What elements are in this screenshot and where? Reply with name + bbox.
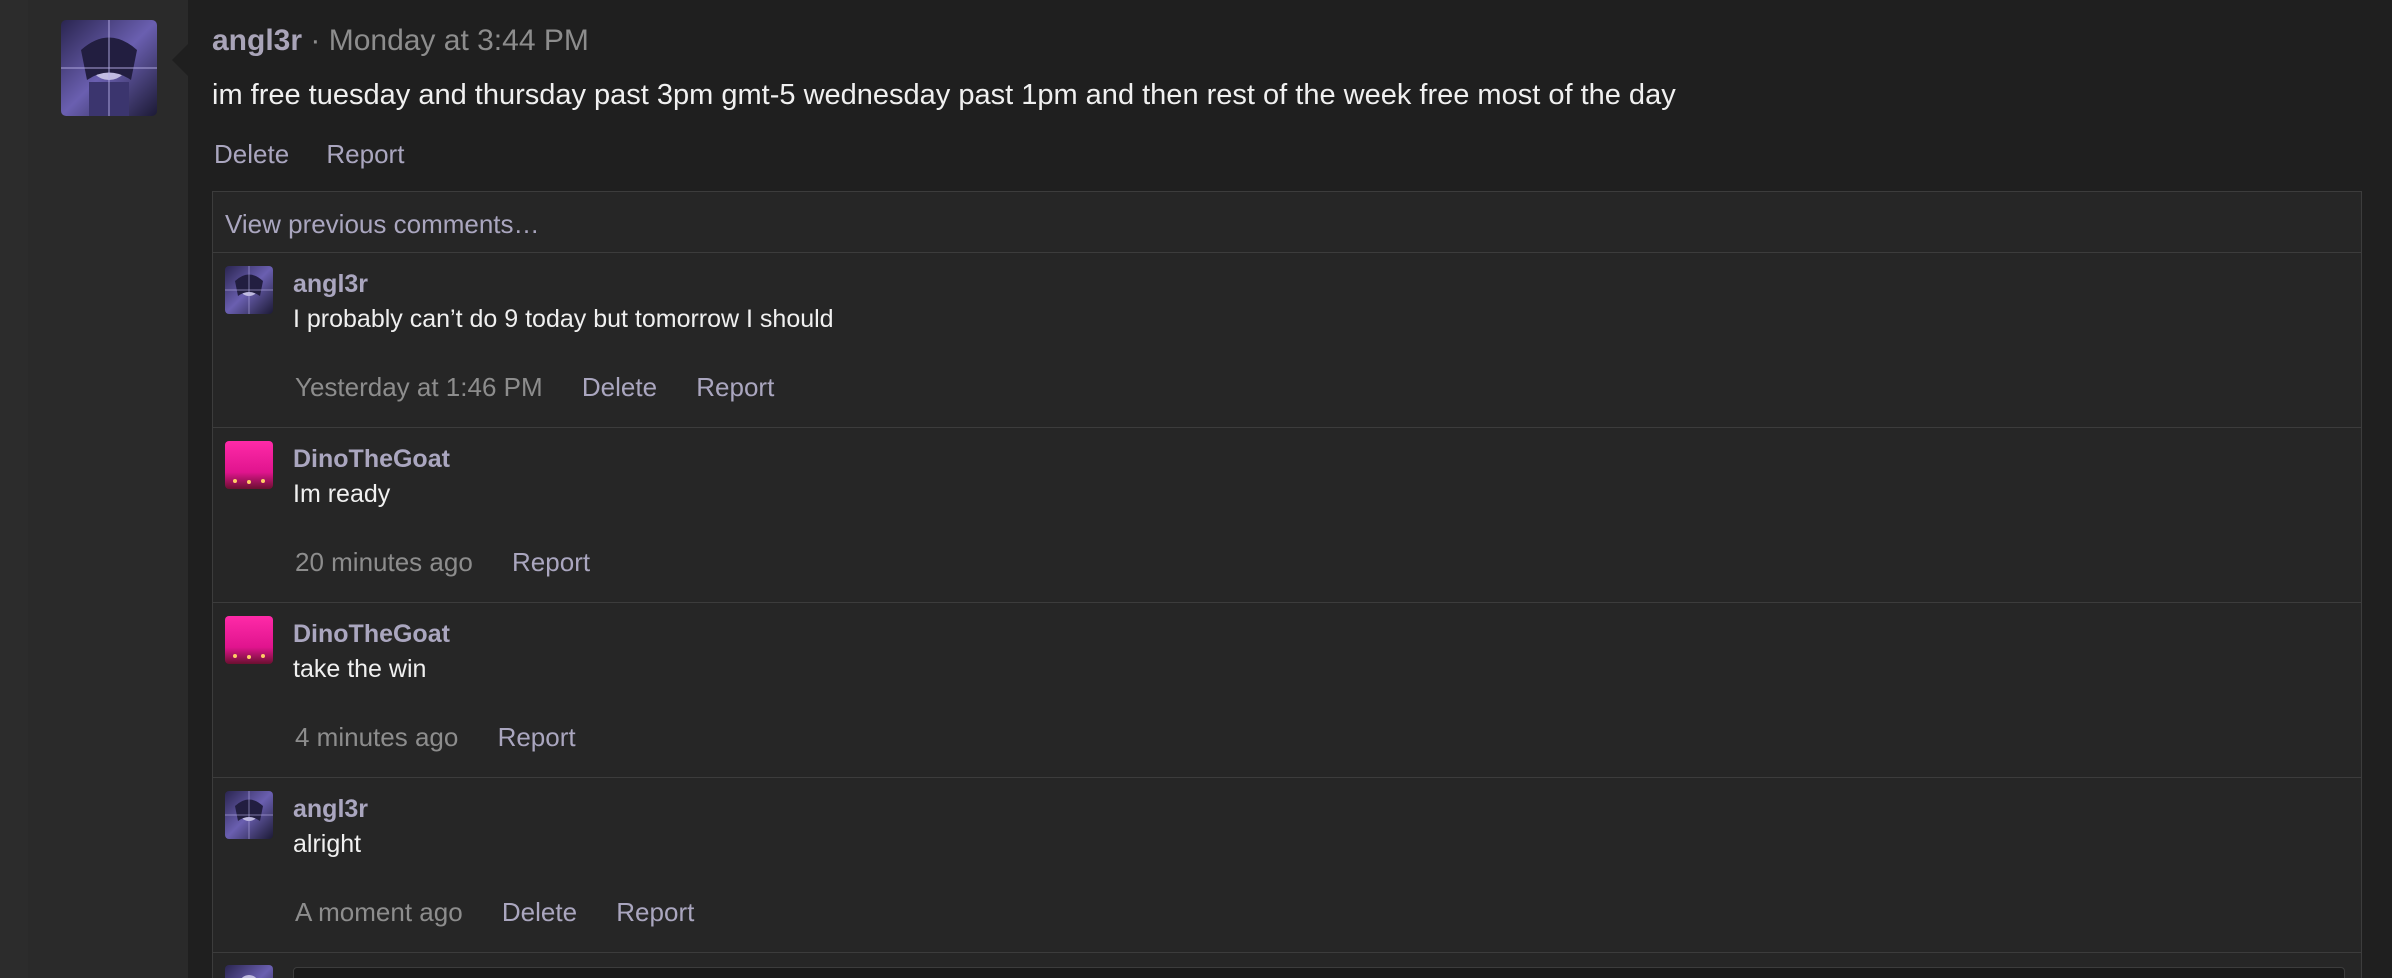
comment-item: DinoTheGoat take the win 4 minutes ago R… xyxy=(213,603,2361,778)
comment-timestamp[interactable]: 20 minutes ago xyxy=(295,547,473,577)
comment-timestamp[interactable]: 4 minutes ago xyxy=(295,722,458,752)
post-author-avatar[interactable] xyxy=(61,20,157,116)
comment-author[interactable]: angl3r xyxy=(293,795,368,824)
anime-avatar-icon xyxy=(225,791,273,839)
comment-timestamp[interactable]: Yesterday at 1:46 PM xyxy=(295,372,543,402)
comment-timestamp[interactable]: A moment ago xyxy=(295,897,463,927)
comment-avatar[interactable] xyxy=(225,266,273,314)
post-report-button[interactable]: Report xyxy=(326,139,404,169)
comment-report-button[interactable]: Report xyxy=(512,547,590,577)
comment-text: Im ready xyxy=(293,480,391,508)
comment-item: angl3r alright A moment ago Delete Repor… xyxy=(213,778,2361,953)
comment-meta: Yesterday at 1:46 PM Delete Report xyxy=(295,372,806,403)
pink-sunset-avatar-icon xyxy=(225,616,273,664)
reply-composer xyxy=(213,953,2361,978)
post-avatar-column xyxy=(28,0,188,978)
header-separator: · xyxy=(302,24,329,57)
reply-input[interactable] xyxy=(293,967,2345,978)
post-arrow-pointer xyxy=(172,44,188,76)
post-timestamp[interactable]: Monday at 3:44 PM xyxy=(329,24,589,57)
comment-author[interactable]: angl3r xyxy=(293,270,368,299)
post-author-name[interactable]: angl3r xyxy=(212,24,302,57)
post-header: angl3r · Monday at 3:44 PM xyxy=(212,24,589,58)
comment-avatar[interactable] xyxy=(225,791,273,839)
pink-sunset-avatar-icon xyxy=(225,441,273,489)
comment-item: DinoTheGoat Im ready 20 minutes ago Repo… xyxy=(213,428,2361,603)
comment-text: I probably can’t do 9 today but tomorrow… xyxy=(293,305,834,333)
post-actions: Delete Report xyxy=(214,139,434,170)
comments-thread: View previous comments… angl3r I probabl… xyxy=(212,191,2362,978)
comment-avatar[interactable] xyxy=(225,441,273,489)
post-delete-button[interactable]: Delete xyxy=(214,139,289,169)
post-message: im free tuesday and thursday past 3pm gm… xyxy=(212,79,1676,111)
comment-author[interactable]: DinoTheGoat xyxy=(293,620,450,649)
comment-report-button[interactable]: Report xyxy=(498,722,576,752)
comment-meta: A moment ago Delete Report xyxy=(295,897,726,928)
left-sidebar-edge xyxy=(0,0,29,978)
comment-meta: 4 minutes ago Report xyxy=(295,722,608,753)
post-content: angl3r · Monday at 3:44 PM im free tuesd… xyxy=(188,0,2392,978)
forum-page: angl3r · Monday at 3:44 PM im free tuesd… xyxy=(0,0,2392,978)
comment-author[interactable]: DinoTheGoat xyxy=(293,445,450,474)
comment-delete-button[interactable]: Delete xyxy=(582,372,657,402)
anime-avatar-icon xyxy=(225,965,273,978)
reply-avatar xyxy=(225,965,273,978)
comment-text: take the win xyxy=(293,655,427,683)
comment-text: alright xyxy=(293,830,362,858)
anime-avatar-icon xyxy=(225,266,273,314)
comment-report-button[interactable]: Report xyxy=(616,897,694,927)
comment-avatar[interactable] xyxy=(225,616,273,664)
comment-report-button[interactable]: Report xyxy=(696,372,774,402)
view-previous-comments-link[interactable]: View previous comments… xyxy=(213,192,2361,253)
anime-avatar-icon xyxy=(61,20,157,116)
comment-item: angl3r I probably can’t do 9 today but t… xyxy=(213,253,2361,428)
comment-delete-button[interactable]: Delete xyxy=(502,897,577,927)
comment-meta: 20 minutes ago Report xyxy=(295,547,622,578)
